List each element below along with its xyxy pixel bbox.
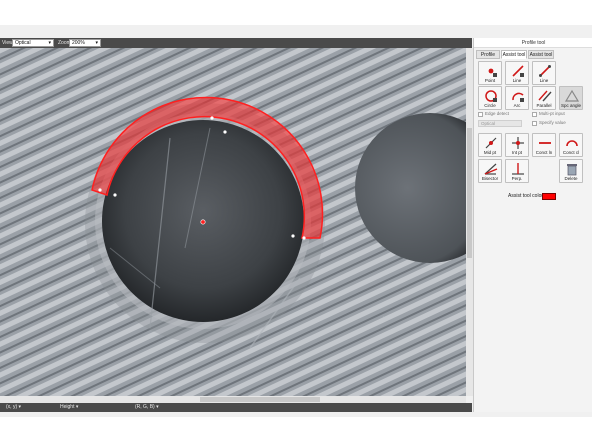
bisector-icon [484, 163, 498, 175]
trash-icon [567, 164, 577, 176]
connect-line-icon [539, 142, 551, 144]
status-rgb: (R, G, B) ▾ [135, 404, 159, 410]
arc-tool-button[interactable]: Arc [505, 86, 529, 110]
arc-icon [512, 92, 524, 102]
tab-assist-tool-2[interactable]: Assist tool 2 [528, 50, 554, 67]
arc-point[interactable] [223, 130, 227, 134]
arc-point[interactable] [302, 236, 306, 240]
line-points-icon [539, 65, 551, 77]
point-tool-button[interactable]: Point [478, 61, 502, 85]
connect-circle-icon [566, 140, 578, 147]
specify-value-label: Specify value [539, 120, 566, 125]
line-two-point-tool-button[interactable]: Line [532, 61, 556, 85]
delete-tool-button[interactable]: Delete [559, 159, 583, 183]
arc-point[interactable] [98, 188, 102, 192]
multi-pt-checkbox[interactable] [532, 112, 537, 117]
tab-assist-tool-1[interactable]: Assist tool 1 [501, 50, 527, 67]
point-icon [488, 68, 497, 77]
image-viewer[interactable] [0, 48, 466, 396]
vertical-scrollbar[interactable] [466, 48, 473, 396]
chevron-down-icon: ▾ [95, 40, 98, 46]
panel-title: Profile tool [474, 38, 592, 48]
viewer-toolbar: View Optical ▾ Zoom 200% ▾ [0, 38, 472, 48]
midpoint-tool-button[interactable]: Mid pt [478, 133, 502, 157]
midpoint-icon [485, 137, 497, 149]
horizontal-scrollbar[interactable] [0, 396, 466, 403]
perpendicular-tool-button[interactable]: Perp. [505, 159, 529, 183]
status-xy: (x, y) ▾ [6, 404, 22, 410]
specify-value-checkbox[interactable] [532, 121, 537, 126]
status-height: Height ▾ [60, 404, 79, 410]
status-bar: (x, y) ▾ Height ▾ (R, G, B) ▾ [0, 403, 472, 412]
tab-profile-line[interactable]: Profile line [476, 50, 500, 67]
view-select[interactable]: Optical ▾ [12, 39, 54, 47]
multi-pt-label: Multi-pt input [539, 111, 565, 116]
specify-angle-tool-button[interactable]: Spc angle [559, 86, 583, 110]
connect-circle-tool-button[interactable]: Conct cl [559, 133, 583, 157]
line-tool-button[interactable]: Line [505, 61, 529, 85]
arc-point[interactable] [210, 116, 214, 120]
microscope-image[interactable] [0, 48, 466, 396]
arc-point[interactable] [113, 193, 117, 197]
edge-detect-label: Edge detect [485, 111, 510, 116]
circle-tool-button[interactable]: Circle [478, 86, 502, 110]
parallel-icon [538, 90, 552, 102]
connect-line-tool-button[interactable]: Conct ln [532, 133, 556, 157]
assist-color-label: Assist tool color [508, 193, 544, 199]
zoom-select-value: 200% [72, 40, 85, 46]
perpendicular-icon [512, 163, 524, 175]
horizontal-scroll-thumb[interactable] [200, 397, 320, 402]
line-icon [512, 65, 524, 77]
bisector-tool-button[interactable]: Bisector [478, 159, 502, 183]
angle-icon [565, 89, 579, 102]
circle-icon [485, 90, 497, 102]
chevron-down-icon: ▾ [48, 40, 51, 46]
intersection-tool-button[interactable]: Int pt [505, 133, 529, 157]
zoom-select[interactable]: 200% ▾ [69, 39, 101, 47]
assist-color-swatch[interactable] [542, 193, 556, 200]
arc-point[interactable] [291, 234, 295, 238]
parallel-tool-button[interactable]: Parallel [532, 86, 556, 110]
vertical-scroll-thumb[interactable] [467, 128, 472, 258]
view-select-value: Optical [15, 40, 31, 46]
detect-source-field[interactable]: Optical [478, 120, 522, 127]
intersection-icon [512, 137, 524, 149]
edge-detect-checkbox[interactable] [478, 112, 483, 117]
center-point[interactable] [200, 219, 206, 225]
